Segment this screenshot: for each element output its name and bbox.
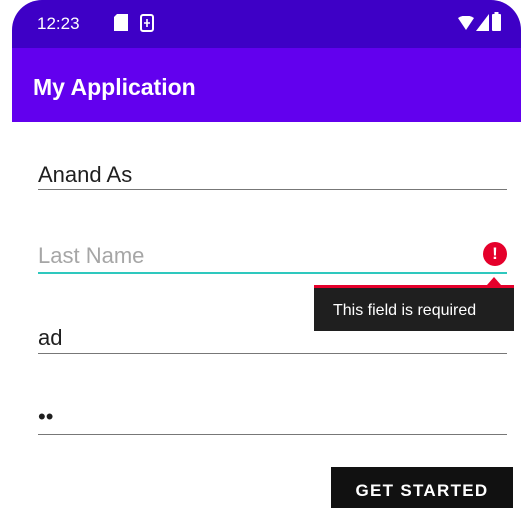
password-value: •• [38,404,54,429]
wifi-icon [458,15,474,35]
third-field[interactable]: ad [38,322,507,356]
last-name-underline [38,272,507,274]
app-bar: My Application [12,48,521,122]
get-started-button[interactable]: GET STARTED [331,467,513,508]
last-name-field[interactable]: Last Name ! [38,240,507,276]
password-field[interactable]: •• [38,402,507,436]
first-name-field[interactable]: Anand As [38,160,507,192]
first-name-underline [38,189,507,190]
battery-icon [492,12,501,36]
app-screen: 12:23 My Application Anand As Last Name … [0,0,521,508]
status-bar: 12:23 [12,0,521,48]
sim-icon [140,14,154,37]
first-name-value: Anand As [38,162,133,187]
third-field-underline [38,353,507,354]
last-name-placeholder: Last Name [38,243,145,268]
sd-card-icon [114,14,128,36]
status-time: 12:23 [37,14,80,33]
app-title: My Application [33,74,196,100]
error-icon: ! [483,242,507,266]
tooltip-arrow [487,277,501,285]
signal-icon [476,14,489,36]
password-underline [38,434,507,435]
third-field-value: ad [38,325,63,350]
error-message: This field is required [333,302,477,319]
